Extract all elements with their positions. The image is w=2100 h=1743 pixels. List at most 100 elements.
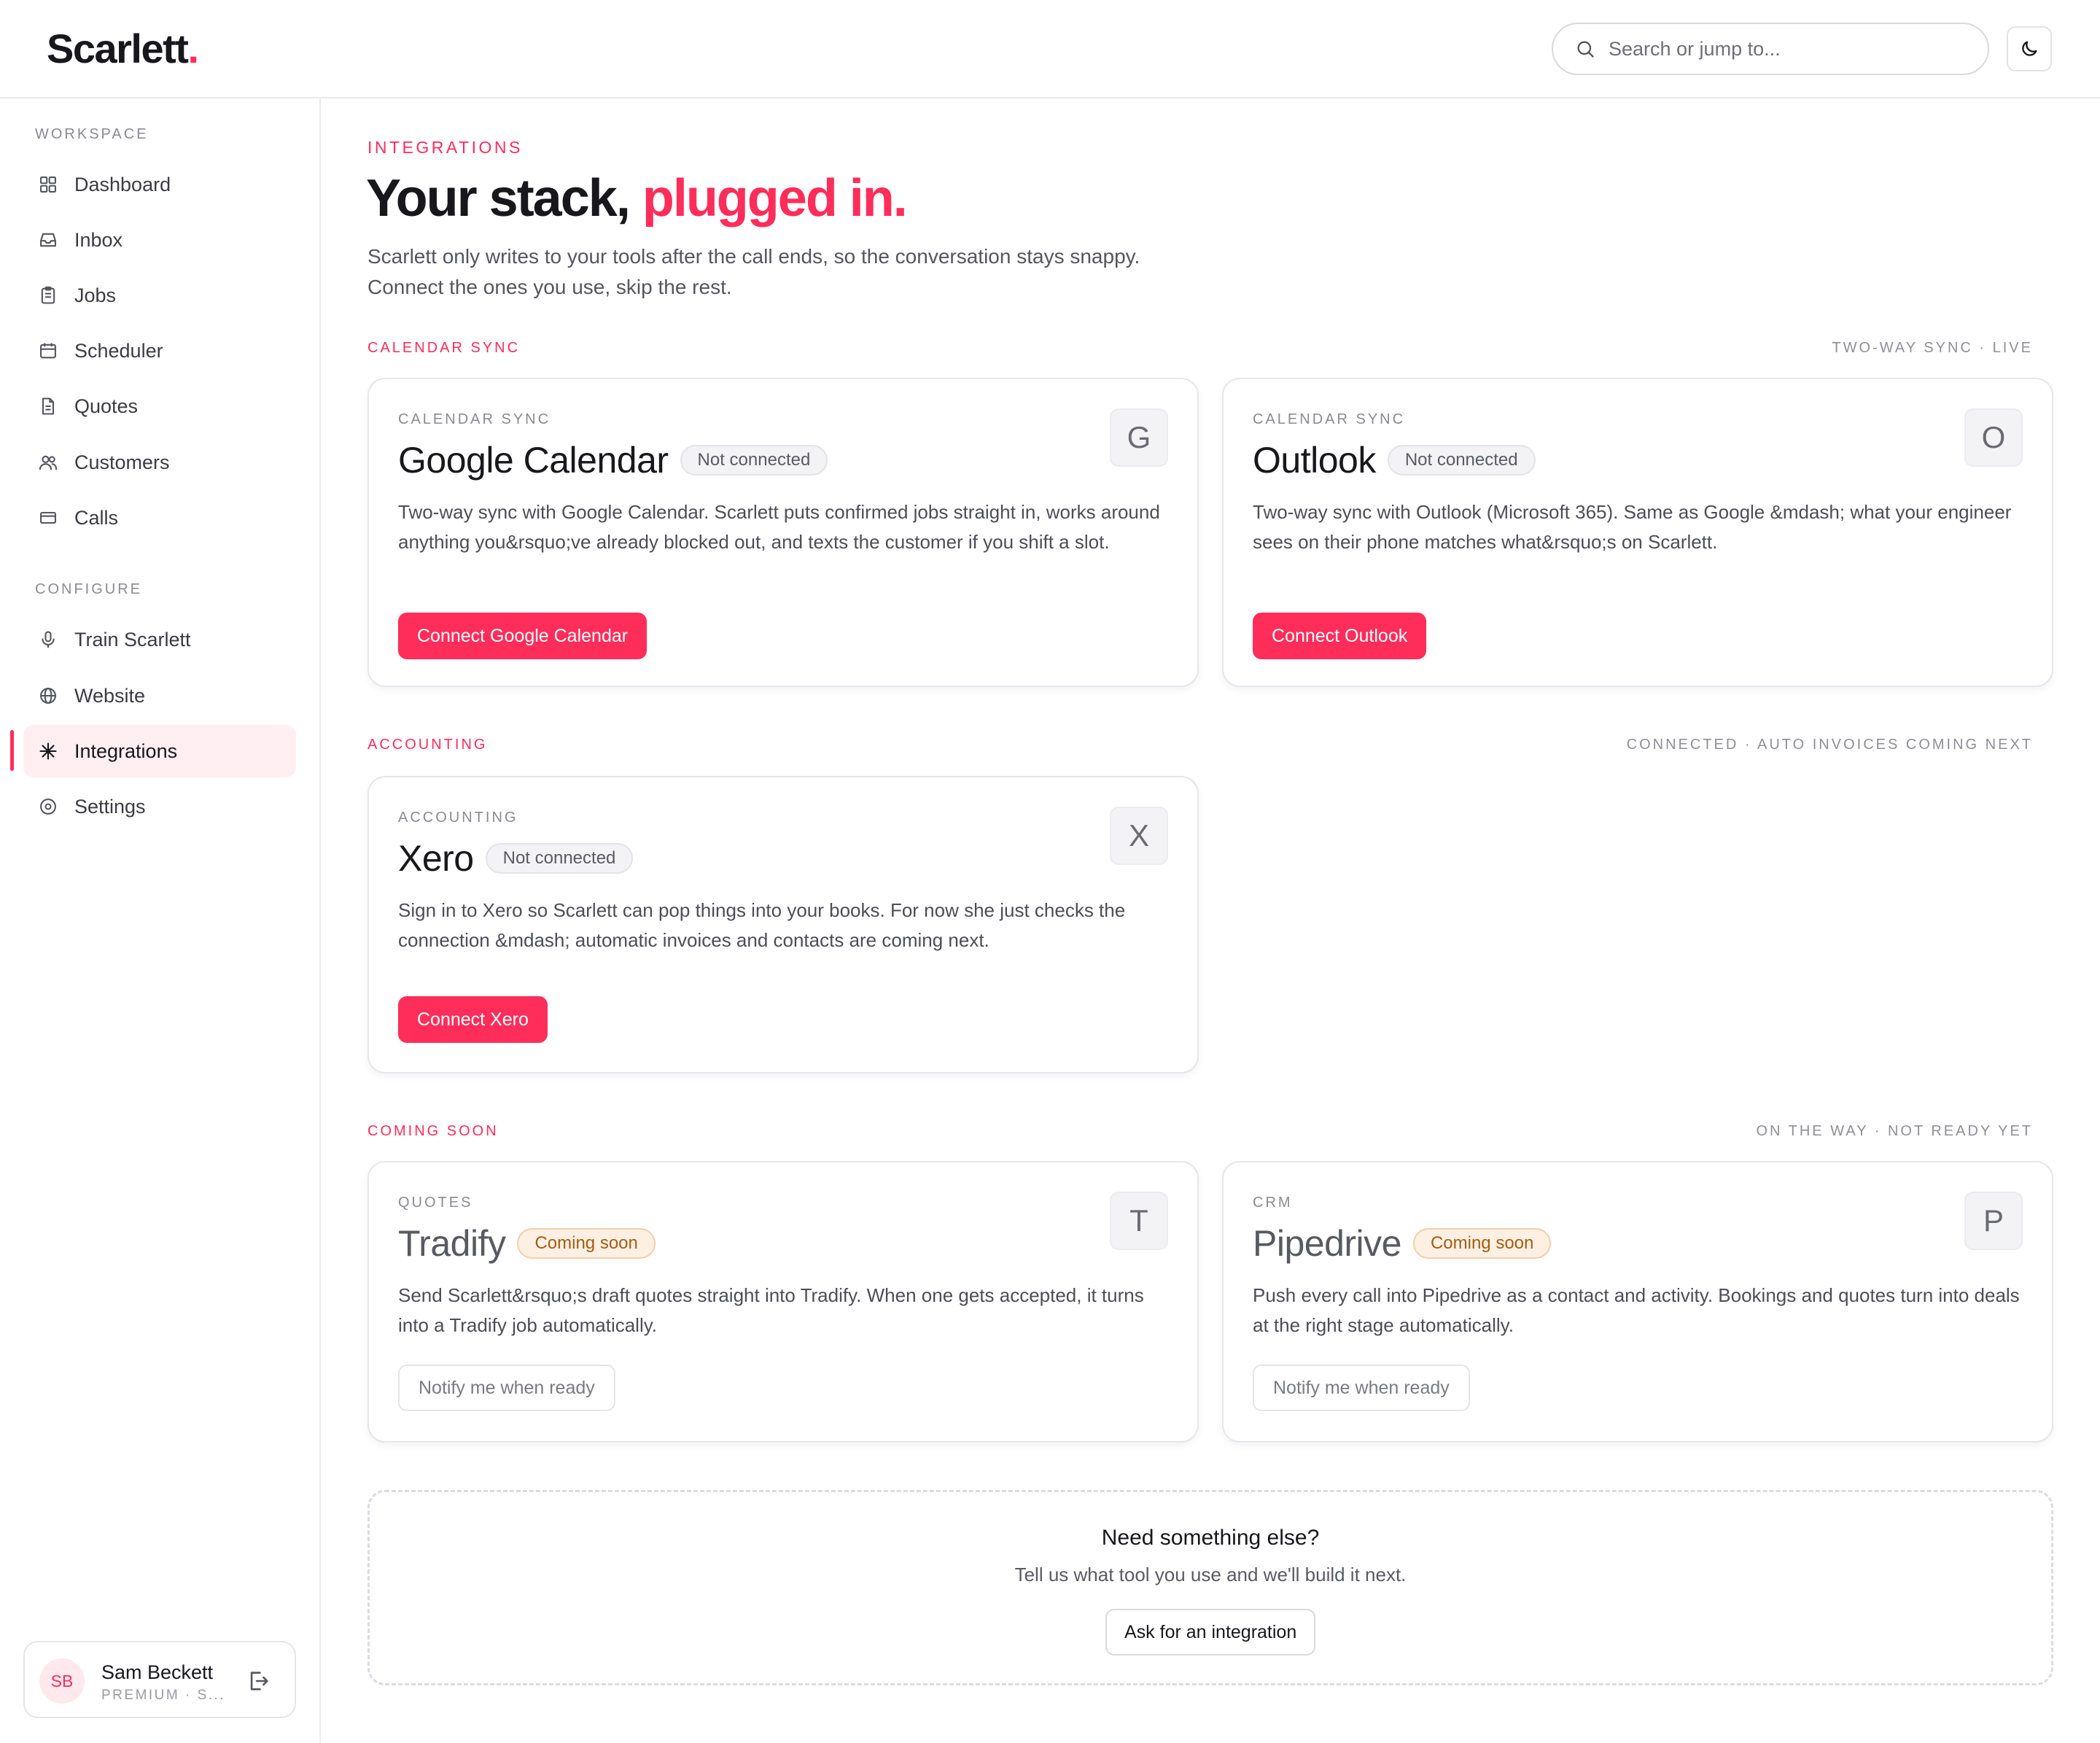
- page-title-plain: Your stack,: [366, 169, 631, 228]
- section-meta-accounting: CONNECTED · AUTO INVOICES COMING NEXT: [1626, 737, 2033, 753]
- sidebar-item-dashboard[interactable]: Dashboard: [23, 158, 296, 211]
- card-title-row: Tradify Coming soon: [398, 1218, 656, 1269]
- card-category: ACCOUNTING: [398, 810, 518, 826]
- status-badge: Not connected: [1387, 445, 1536, 475]
- top-bar: Scarlett.: [0, 0, 2100, 98]
- request-title: Need something else?: [1101, 1526, 1320, 1550]
- request-integration-box: Need something else? Tell us what tool y…: [368, 1490, 2053, 1685]
- sidebar-item-label: Quotes: [74, 395, 139, 417]
- user-card[interactable]: SB Sam Beckett PREMIUM · S...: [23, 1641, 296, 1718]
- section-label-accounting: ACCOUNTING: [368, 737, 488, 753]
- sidebar-item-inbox[interactable]: Inbox: [23, 214, 296, 266]
- card-title-row: Xero Not connected: [398, 833, 634, 884]
- integration-logo: P: [1964, 1192, 2023, 1250]
- card-category: CALENDAR SYNC: [398, 411, 551, 427]
- document-icon: [42, 397, 55, 415]
- grid-icon: [40, 176, 56, 193]
- sidebar-item-train-scarlett[interactable]: Train Scarlett: [23, 613, 296, 666]
- section-label-calendar: CALENDAR SYNC: [368, 340, 521, 356]
- page-title-highlight: plugged in.: [642, 169, 908, 228]
- theme-toggle-button[interactable]: [2007, 26, 2052, 71]
- sparkle-icon: [39, 742, 57, 760]
- active-indicator: [10, 730, 14, 771]
- sidebar-item-label: Customers: [74, 451, 170, 473]
- sidebar-item-label: Integrations: [74, 739, 178, 762]
- card-description: Two-way sync with Outlook (Microsoft 365…: [1253, 501, 2012, 553]
- card-title: Tradify: [398, 1223, 506, 1264]
- app-logo[interactable]: Scarlett.: [47, 25, 199, 72]
- connect-outlook-button[interactable]: Connect Outlook: [1253, 613, 1427, 659]
- integration-logo: X: [1110, 807, 1168, 865]
- search-icon: [1577, 41, 1594, 58]
- sidebar-item-integrations[interactable]: Integrations: [23, 725, 296, 777]
- sidebar-item-label: Scheduler: [74, 339, 163, 362]
- sidebar-item-jobs[interactable]: Jobs: [23, 269, 296, 322]
- card-title-row: Google Calendar Not connected: [398, 435, 828, 486]
- card-title: Xero: [398, 838, 474, 879]
- notify-tradify-button[interactable]: Notify me when ready: [398, 1364, 615, 1411]
- user-name: Sam Beckett: [101, 1661, 214, 1683]
- card-title: Outlook: [1253, 440, 1376, 481]
- card-description: Push every call into Pipedrive as a cont…: [1253, 1284, 2020, 1336]
- search-box[interactable]: [1552, 23, 1989, 75]
- card-title-row: Outlook Not connected: [1253, 435, 1536, 486]
- notify-pipedrive-button[interactable]: Notify me when ready: [1253, 1364, 1470, 1411]
- logo-dot: .: [187, 26, 199, 71]
- search-input[interactable]: [1609, 37, 1959, 61]
- card-title: Pipedrive: [1253, 1223, 1401, 1264]
- sidebar-item-website[interactable]: Website: [23, 669, 296, 722]
- user-plan: PREMIUM · S...: [101, 1688, 226, 1703]
- workspace-heading: WORKSPACE: [35, 126, 149, 142]
- logo-text: Scarlett: [47, 26, 189, 71]
- sidebar-item-customers[interactable]: Customers: [23, 436, 296, 489]
- settings-icon: [40, 799, 56, 815]
- sidebar-item-calls[interactable]: Calls: [23, 492, 296, 544]
- sidebar-item-quotes[interactable]: Quotes: [23, 380, 296, 432]
- connect-xero-button[interactable]: Connect Xero: [398, 996, 548, 1043]
- status-badge: Coming soon: [517, 1228, 656, 1259]
- page-subtitle: Scarlett only writes to your tools after…: [368, 245, 1140, 298]
- sidebar-item-label: Jobs: [74, 284, 117, 306]
- integration-card-outlook: CALENDAR SYNC Outlook Not connected O Tw…: [1222, 378, 2053, 687]
- sidebar-item-label: Website: [74, 684, 146, 707]
- card-title-row: Pipedrive Coming soon: [1253, 1218, 1552, 1269]
- users-icon: [39, 455, 58, 470]
- card-description: Sign in to Xero so Scarlett can pop thin…: [398, 899, 1126, 951]
- ask-for-integration-button[interactable]: Ask for an integration: [1105, 1609, 1316, 1655]
- section-meta-calendar: TWO-WAY SYNC · LIVE: [1832, 340, 2033, 356]
- integration-logo: T: [1110, 1192, 1168, 1250]
- sidebar-item-settings[interactable]: Settings: [23, 780, 296, 833]
- status-badge: Not connected: [680, 445, 828, 475]
- microphone-icon: [42, 631, 55, 648]
- sidebar-item-scheduler[interactable]: Scheduler: [23, 325, 296, 377]
- sidebar-item-label: Calls: [74, 506, 119, 529]
- section-label-coming-soon: COMING SOON: [368, 1123, 499, 1139]
- clipboard-icon: [41, 286, 55, 304]
- page-title: Your stack, plugged in.: [366, 168, 908, 228]
- card-category: CALENDAR SYNC: [1253, 411, 1406, 427]
- main-content: INTEGRATIONS Your stack, plugged in. Sca…: [321, 98, 2100, 1743]
- integration-card-google-calendar: CALENDAR SYNC Google Calendar Not connec…: [368, 378, 1199, 687]
- sidebar: WORKSPACE Dashboard Inbox Jobs Scheduler…: [0, 98, 321, 1743]
- integration-logo: G: [1110, 408, 1168, 467]
- globe-icon: [40, 688, 56, 704]
- card-title: Google Calendar: [398, 440, 669, 481]
- calendar-icon: [40, 343, 56, 359]
- integration-card-tradify: QUOTES Tradify Coming soon T Send Scarle…: [368, 1161, 1199, 1443]
- inbox-icon: [40, 233, 56, 247]
- connect-google-calendar-button[interactable]: Connect Google Calendar: [398, 613, 648, 659]
- sidebar-item-label: Inbox: [74, 228, 123, 251]
- status-badge: Not connected: [485, 843, 634, 874]
- integration-card-pipedrive: CRM Pipedrive Coming soon P Push every c…: [1222, 1161, 2053, 1443]
- integration-card-xero: ACCOUNTING Xero Not connected X Sign in …: [368, 776, 1199, 1074]
- request-subtitle: Tell us what tool you use and we'll buil…: [1014, 1564, 1407, 1585]
- section-meta-coming-soon: ON THE WAY · NOT READY YET: [1756, 1123, 2033, 1139]
- status-badge: Coming soon: [1412, 1228, 1552, 1259]
- integration-logo: O: [1964, 408, 2023, 467]
- card-description: Send Scarlett&rsquo;s draft quotes strai…: [398, 1284, 1144, 1336]
- card-icon: [40, 511, 56, 524]
- configure-heading: CONFIGURE: [35, 581, 142, 597]
- sidebar-item-label: Settings: [74, 795, 146, 818]
- logout-icon[interactable]: [246, 1669, 271, 1693]
- sidebar-item-label: Dashboard: [74, 173, 171, 195]
